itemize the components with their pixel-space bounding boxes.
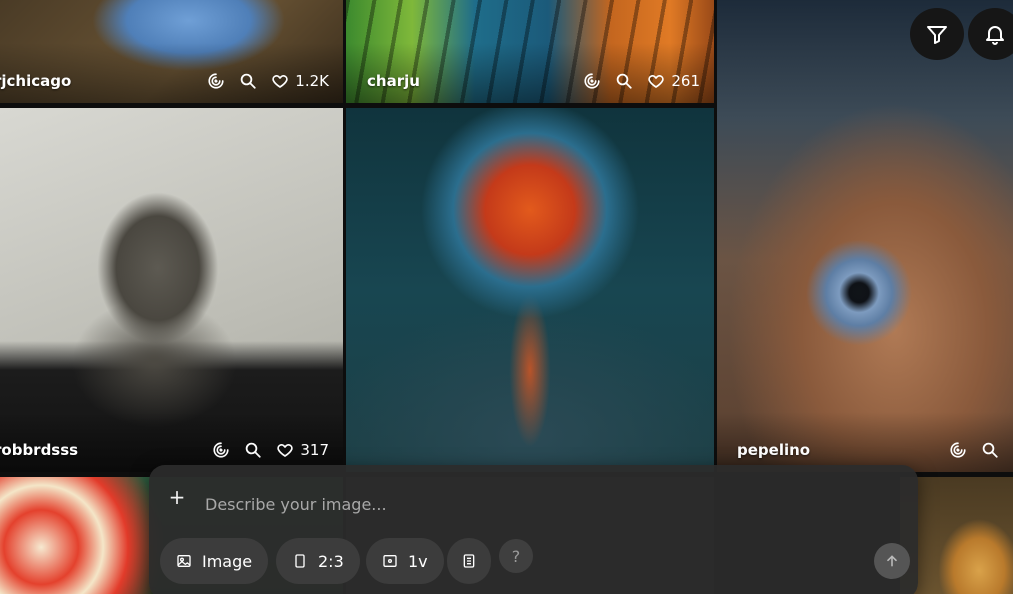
gallery-card[interactable]: robbrdsss 317 (0, 108, 343, 472)
remix-icon (208, 73, 224, 89)
search-icon (246, 442, 262, 458)
arrow-up-icon (887, 555, 897, 567)
filter-icon (927, 26, 947, 44)
search-button[interactable] (244, 441, 262, 459)
gallery-card[interactable]: pepelino (717, 0, 1013, 472)
like-button[interactable]: 317 (276, 441, 329, 459)
gallery-card[interactable]: charju 261 (346, 0, 714, 103)
card-image[interactable] (717, 0, 1013, 472)
like-count: 261 (671, 72, 700, 90)
search-button[interactable] (239, 72, 257, 90)
send-button[interactable] (874, 543, 910, 579)
remix-button[interactable] (949, 441, 967, 459)
card-actions: 1.2K (207, 72, 329, 90)
card-meta: charju 261 (346, 69, 714, 93)
like-count: 1.2K (295, 72, 329, 90)
card-author[interactable]: rjchicago (0, 72, 71, 90)
chip-label: 2:3 (318, 551, 344, 571)
card-actions: 317 (212, 441, 329, 459)
gallery-card[interactable]: rjchicago 1.2K (0, 0, 343, 103)
book-icon (463, 554, 475, 568)
search-icon (982, 442, 998, 458)
card-author[interactable]: pepelino (737, 441, 810, 459)
card-actions: 261 (583, 72, 700, 90)
like-button[interactable]: 261 (647, 72, 700, 90)
image-icon (177, 555, 191, 567)
remix-button[interactable] (212, 441, 230, 459)
bell-icon (986, 26, 1004, 45)
search-button[interactable] (981, 441, 999, 459)
card-author[interactable]: charju (367, 72, 420, 90)
filter-button[interactable] (910, 8, 964, 60)
aspect-ratio-icon (295, 554, 305, 568)
help-button[interactable]: ? (499, 539, 533, 573)
card-image[interactable] (346, 108, 714, 472)
card-meta: pepelino (717, 438, 1013, 462)
remix-icon (213, 442, 229, 458)
image-mode-chip[interactable]: Image (160, 538, 269, 584)
remix-icon (950, 442, 966, 458)
heart-icon (648, 75, 665, 88)
search-button[interactable] (615, 72, 633, 90)
search-icon (617, 73, 633, 89)
variations-chip[interactable]: 1v (366, 538, 444, 584)
heart-icon (277, 444, 294, 457)
aspect-ratio-chip[interactable]: 2:3 (276, 538, 360, 584)
chip-label: 1v (408, 551, 428, 571)
card-author[interactable]: robbrdsss (0, 441, 78, 459)
chip-label: Image (202, 551, 253, 571)
prompt-input[interactable] (205, 489, 845, 519)
gallery-card[interactable] (346, 108, 714, 472)
style-reference-chip[interactable] (447, 538, 491, 584)
remix-icon (584, 73, 600, 89)
card-meta: rjchicago 1.2K (0, 69, 343, 93)
heart-icon (272, 75, 288, 88)
gallery-page: rjchicago 1.2K charju 261 pepelino robbr… (0, 0, 1013, 594)
add-button[interactable]: + (167, 487, 187, 507)
remix-button[interactable] (583, 72, 601, 90)
like-count: 317 (300, 441, 329, 459)
like-button[interactable]: 1.2K (271, 72, 329, 90)
remix-button[interactable] (207, 72, 225, 90)
prompt-composer: + Image 2:3 1v ? (149, 465, 918, 594)
search-icon (241, 73, 256, 89)
card-actions (949, 441, 999, 459)
card-meta: robbrdsss 317 (0, 438, 343, 462)
notifications-button[interactable] (968, 8, 1013, 60)
variations-icon (383, 555, 397, 567)
